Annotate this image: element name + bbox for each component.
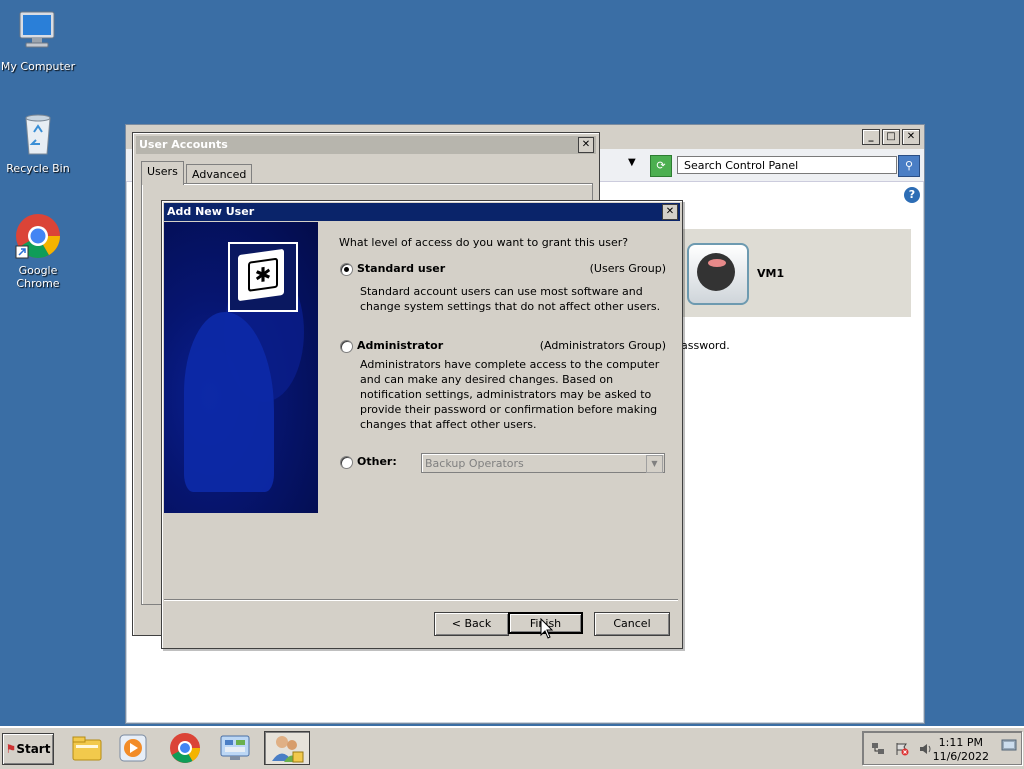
desktop-icon-label: Recycle Bin [6,162,70,175]
administrator-radio[interactable] [340,340,353,353]
administrator-group: (Administrators Group) [539,339,666,352]
other-group-select[interactable]: Backup Operators ▼ [421,453,665,473]
start-button[interactable]: ⚑Start [2,733,54,765]
address-dropdown-icon[interactable]: ▼ [628,157,636,168]
clock-date: 11/6/2022 [932,750,989,763]
standard-user-label[interactable]: Standard user [357,262,445,275]
chevron-down-icon[interactable]: ▼ [646,455,663,473]
administrator-label[interactable]: Administrator [357,339,443,352]
close-button[interactable]: ✕ [662,204,678,220]
user-accounts-icon[interactable] [264,731,310,765]
action-center-icon[interactable] [895,742,909,756]
standard-user-radio[interactable] [340,263,353,276]
user-avatar[interactable] [687,243,749,305]
windows-logo-icon: ⚑ [5,742,17,756]
wizard-banner-image: ✱ [164,222,318,513]
standard-user-description: Standard account users can use most soft… [360,285,661,313]
close-button[interactable]: ✕ [902,129,920,145]
maximize-button[interactable]: □ [882,129,900,145]
media-player-icon[interactable] [116,731,150,765]
desktop-icon-label: My Computer [0,60,76,73]
cancel-button[interactable]: Cancel [594,612,670,636]
tab-users[interactable]: Users [141,161,184,185]
clock-time: 1:11 PM [938,736,983,749]
standard-user-group: (Users Group) [589,262,666,275]
clock[interactable]: 1:11 PM 11/6/2022 [933,736,989,764]
other-group-value: Backup Operators [425,457,524,470]
chrome-icon [14,212,62,260]
other-radio[interactable] [340,456,353,469]
user-account-band: VM1 [681,229,911,317]
explorer-icon[interactable] [70,731,104,765]
recycle-bin-icon [14,110,62,158]
chrome-icon[interactable] [168,731,202,765]
other-label[interactable]: Other: [357,455,397,468]
desktop-icon-recycle-bin[interactable]: Recycle Bin [0,110,78,175]
search-icon[interactable]: ⚲ [898,155,920,177]
volume-icon[interactable] [919,742,933,756]
add-new-user-dialog: Add New User ✕ ✱ What level of access do… [161,200,683,649]
desktop-icon-label: Google Chrome [16,264,60,290]
minimize-button[interactable]: _ [862,129,880,145]
security-key-icon: ✱ [228,242,298,312]
password-hint-text: assword. [681,339,730,352]
refresh-icon[interactable]: ⟳ [650,155,672,177]
help-icon[interactable]: ? [904,187,920,203]
computer-icon [14,8,62,56]
administrator-description: Administrators have complete access to t… [360,358,660,431]
mouse-cursor-icon [540,618,554,639]
tab-advanced[interactable]: Advanced [186,164,253,185]
close-button[interactable]: ✕ [578,137,594,153]
back-button[interactable]: < Back [434,612,509,636]
dialog-title: Add New User [167,205,255,218]
add-new-user-titlebar: Add New User ✕ [164,203,680,221]
search-input[interactable]: Search Control Panel [677,156,897,174]
user-name: VM1 [757,267,785,280]
access-level-question: What level of access do you want to gran… [339,236,629,249]
user-accounts-titlebar: User Accounts ✕ [136,136,596,154]
show-desktop-icon[interactable] [1001,738,1017,752]
taskbar: ⚑Start 1:11 PM 11/6/2022 [0,726,1024,769]
button-separator [164,599,678,601]
server-manager-icon[interactable] [218,731,252,765]
dialog-title: User Accounts [139,138,228,151]
desktop-icon-my-computer[interactable]: My Computer [0,8,78,73]
system-tray: 1:11 PM 11/6/2022 [862,731,1022,765]
desktop-icon-google-chrome[interactable]: Google Chrome [0,212,78,290]
network-icon[interactable] [871,742,885,756]
